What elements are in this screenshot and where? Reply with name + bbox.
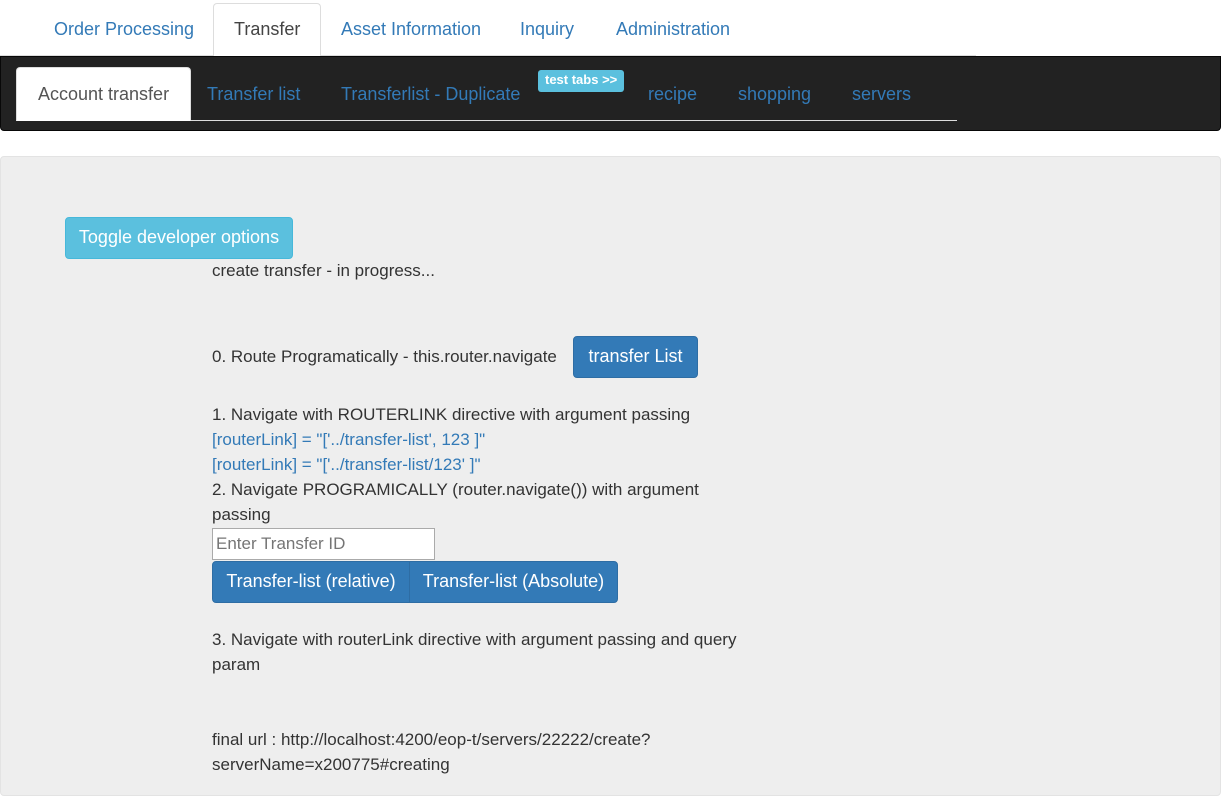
tab-order-processing[interactable]: Order Processing	[34, 13, 214, 49]
transfer-id-input[interactable]	[212, 528, 435, 560]
section-1-label: 1. Navigate with ROUTERLINK directive wi…	[212, 405, 691, 424]
transfer-list-absolute-button[interactable]: Transfer-list (Absolute)	[409, 561, 618, 603]
test-tabs-badge[interactable]: test tabs >>	[538, 70, 625, 92]
tab-shopping[interactable]: shopping	[717, 73, 832, 119]
sub-nav-tabs: Account transfer Transfer list Transferl…	[16, 67, 957, 121]
tab-servers[interactable]: servers	[831, 73, 932, 119]
tab-recipe[interactable]: recipe	[627, 73, 718, 119]
tab-account-transfer[interactable]: Account transfer	[16, 67, 192, 121]
section-3-label: 3. Navigate with routerLink directive wi…	[212, 630, 737, 649]
status-text: create transfer - in progress...	[212, 261, 435, 280]
transfer-list-relative-button[interactable]: Transfer-list (relative)	[212, 561, 410, 603]
section-3-label-cont: param	[212, 655, 261, 674]
routerlink-123-link[interactable]: [routerLink] = "['../transfer-list', 123…	[212, 427, 485, 452]
tab-transferlist-duplicate[interactable]: Transferlist - Duplicate	[320, 73, 541, 119]
routerlink-123-path-link[interactable]: [routerLink] = "['../transfer-list/123' …	[212, 452, 480, 477]
tab-transfer-list[interactable]: Transfer list	[186, 73, 321, 119]
tab-transfer[interactable]: Transfer	[213, 3, 322, 57]
toggle-developer-options-button[interactable]: Toggle developer options	[65, 217, 293, 259]
tab-asset-information[interactable]: Asset Information	[321, 13, 501, 49]
final-url-text: final url : http://localhost:4200/eop-t/…	[212, 730, 651, 749]
tab-inquiry[interactable]: Inquiry	[500, 13, 594, 49]
final-url-text-cont: serverName=x200775#creating	[212, 755, 450, 774]
top-nav-tabs: Order Processing Transfer Asset Informat…	[0, 0, 976, 57]
section-2-label-cont: passing	[212, 505, 271, 524]
transfer-list-button[interactable]: transfer List	[573, 336, 698, 378]
tab-administration[interactable]: Administration	[596, 13, 750, 49]
sub-navbar: Account transfer Transfer list Transferl…	[0, 56, 1221, 131]
section-2-label: 2. Navigate PROGRAMICALLY (router.naviga…	[212, 480, 699, 499]
section-0-label: 0. Route Programatically - this.router.n…	[212, 347, 557, 366]
